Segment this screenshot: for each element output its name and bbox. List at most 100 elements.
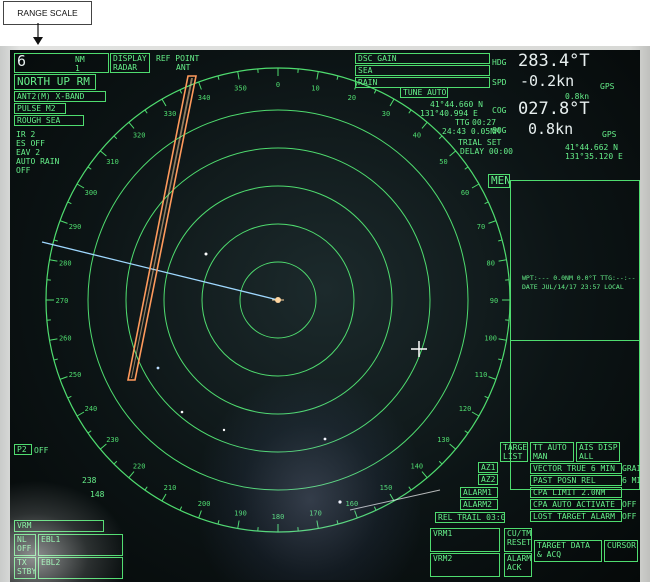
menu-button[interactable]: MENU — [488, 174, 510, 188]
bearing-tick — [449, 150, 457, 157]
nav-info-line1: WPT:--- 0.0NM 0.0°T TTG:--:-- — [522, 274, 636, 282]
vrm-box[interactable]: VRM — [14, 520, 104, 532]
range-scale-box[interactable]: 6 NM 1 — [14, 53, 109, 73]
bearing-tick — [498, 239, 503, 242]
bearing-label-20: 20 — [348, 94, 356, 102]
p2-button[interactable]: P2 — [14, 444, 32, 455]
bearing-tick — [217, 75, 220, 80]
tx-stby-label: TX STBY — [17, 558, 36, 576]
nav-info-line2: DATE JUL/14/17 23:57 LOCAL — [522, 283, 624, 291]
bearing-tick — [198, 81, 202, 90]
ais-disp-button[interactable]: AIS DISP ALL — [576, 442, 620, 462]
past-posn-row[interactable]: PAST POSN REL — [530, 475, 622, 486]
bearing-tick — [113, 460, 118, 465]
bearing-tick — [498, 259, 507, 262]
sea-bar[interactable]: SEA — [355, 65, 490, 76]
bearing-tick — [316, 520, 319, 529]
nav-lines-button[interactable]: NL OFF — [14, 534, 36, 556]
bearing-tick — [161, 493, 167, 502]
bearing-tick — [389, 98, 395, 107]
cpa-limit-row[interactable]: CPA LIMIT 2.0NM — [530, 487, 622, 498]
cursor-cross-icon[interactable] — [411, 341, 427, 357]
rain-label: RAIN — [358, 78, 378, 87]
bearing-tick — [438, 135, 443, 140]
ref-point-label: REF POINT — [156, 54, 200, 63]
ais-all-label: ALL — [579, 452, 594, 461]
bearing-tick — [421, 121, 428, 129]
bearing-tick — [59, 376, 68, 380]
bearing-tick — [464, 430, 469, 434]
az2-button[interactable]: AZ2 — [478, 474, 498, 485]
target-list-button[interactable]: TARGET LIST — [500, 442, 528, 462]
cursor-button[interactable]: CURSOR — [604, 540, 638, 562]
ebl2-label: EBL2 — [41, 558, 61, 567]
alarm2-button[interactable]: ALARM2 — [460, 499, 498, 510]
bearing-label-320: 320 — [133, 132, 146, 140]
tt-mode-button[interactable]: TT AUTO MAN — [530, 442, 574, 462]
vector-row[interactable]: VECTOR TRUE 6 MIN — [530, 463, 622, 474]
cpa-auto-row[interactable]: CPA AUTO ACTIVATE — [530, 499, 622, 510]
bearing-tick — [373, 506, 377, 511]
vrm1-box[interactable]: VRM1 — [430, 528, 500, 552]
radar-screen: 0 10 20 30 40 50 60 70 80 90 100 110 120 130 140 150 160… — [10, 50, 640, 582]
cpa-auto-label: CPA AUTO ACTIVATE — [533, 500, 615, 509]
tune-button[interactable]: TUNE AUTO — [400, 87, 448, 98]
bearing-tick — [408, 486, 412, 491]
alarm1-button[interactable]: ALARM1 — [460, 487, 498, 498]
bearing-tick — [471, 411, 480, 417]
tx-stby-button[interactable]: TX STBY — [14, 557, 36, 579]
cu-tm-reset-label: CU/TM RESET — [507, 529, 532, 547]
pulse-select[interactable]: PULSE M2 — [14, 103, 66, 114]
p2-value: OFF — [34, 446, 49, 455]
heading-line — [41, 241, 279, 301]
target-data-acq-button[interactable]: TARGET DATA & ACQ — [534, 540, 602, 562]
gain-label: GAIN — [377, 54, 397, 63]
ebl2-box[interactable]: EBL2 — [38, 557, 123, 579]
bearing-tick — [316, 71, 319, 80]
bearing-tick — [144, 486, 148, 491]
bearing-tick — [373, 89, 377, 94]
vrm2-box[interactable]: VRM2 — [430, 553, 500, 577]
es-status: ES OFF — [16, 139, 45, 148]
bearing-tick — [421, 471, 428, 479]
lost-target-row[interactable]: LOST TARGET ALARM — [530, 511, 622, 522]
az1-label: AZ1 — [481, 463, 496, 472]
gain-bar[interactable]: DSC GAIN — [355, 53, 490, 64]
ring-interval: 1 — [75, 64, 80, 73]
trail-mode: REL — [438, 513, 453, 522]
stw-unit: GPS — [600, 82, 615, 91]
range-scale-callout: RANGE SCALE — [3, 1, 92, 25]
alarm2-label: ALARM2 — [463, 500, 492, 509]
cursor-lat: 41°44.660 N — [430, 100, 483, 109]
orientation-mode-button[interactable]: NORTH UP RM — [14, 74, 96, 90]
bearing-tick — [237, 520, 240, 529]
sea-mode-select[interactable]: ROUGH SEA — [14, 115, 84, 126]
cu-tm-reset-button[interactable]: CU/TM RESET — [504, 528, 532, 552]
display-mode-label: DISPLAY — [113, 54, 147, 63]
bearing-label-310: 310 — [106, 158, 119, 166]
alarm-ack-button[interactable]: ALARM ACK — [504, 553, 532, 577]
bearing-label-230: 230 — [106, 436, 119, 444]
bearing-tick — [144, 109, 148, 114]
bearing-tick — [76, 411, 85, 417]
bearing-label-260: 260 — [59, 335, 72, 343]
bearing-tick — [237, 71, 240, 80]
az1-button[interactable]: AZ1 — [478, 462, 498, 473]
bearing-148: 148 — [90, 490, 105, 499]
trail-box[interactable]: REL TRAIL 03:00 — [435, 512, 505, 523]
range-value: 6 — [17, 53, 27, 70]
bearing-label-40: 40 — [413, 132, 421, 140]
tune-value: TUNE AUTO — [403, 88, 447, 97]
antenna-select[interactable]: ANT2(M) X-BAND — [14, 91, 106, 102]
display-mode-box[interactable]: DISPLAY RADAR — [110, 53, 150, 73]
range-unit: NM — [75, 55, 85, 64]
ebl1-box[interactable]: EBL1 — [38, 534, 123, 556]
bearing-tick — [179, 506, 183, 511]
bearing-tick — [113, 135, 118, 140]
bearing-label-300: 300 — [85, 189, 98, 197]
bearing-label-150: 150 — [380, 484, 393, 492]
bearing-tick — [438, 460, 443, 465]
bearing-label-60: 60 — [461, 189, 469, 197]
bearing-tick — [336, 520, 339, 525]
ais-disp-label: AIS DISP — [579, 443, 618, 452]
